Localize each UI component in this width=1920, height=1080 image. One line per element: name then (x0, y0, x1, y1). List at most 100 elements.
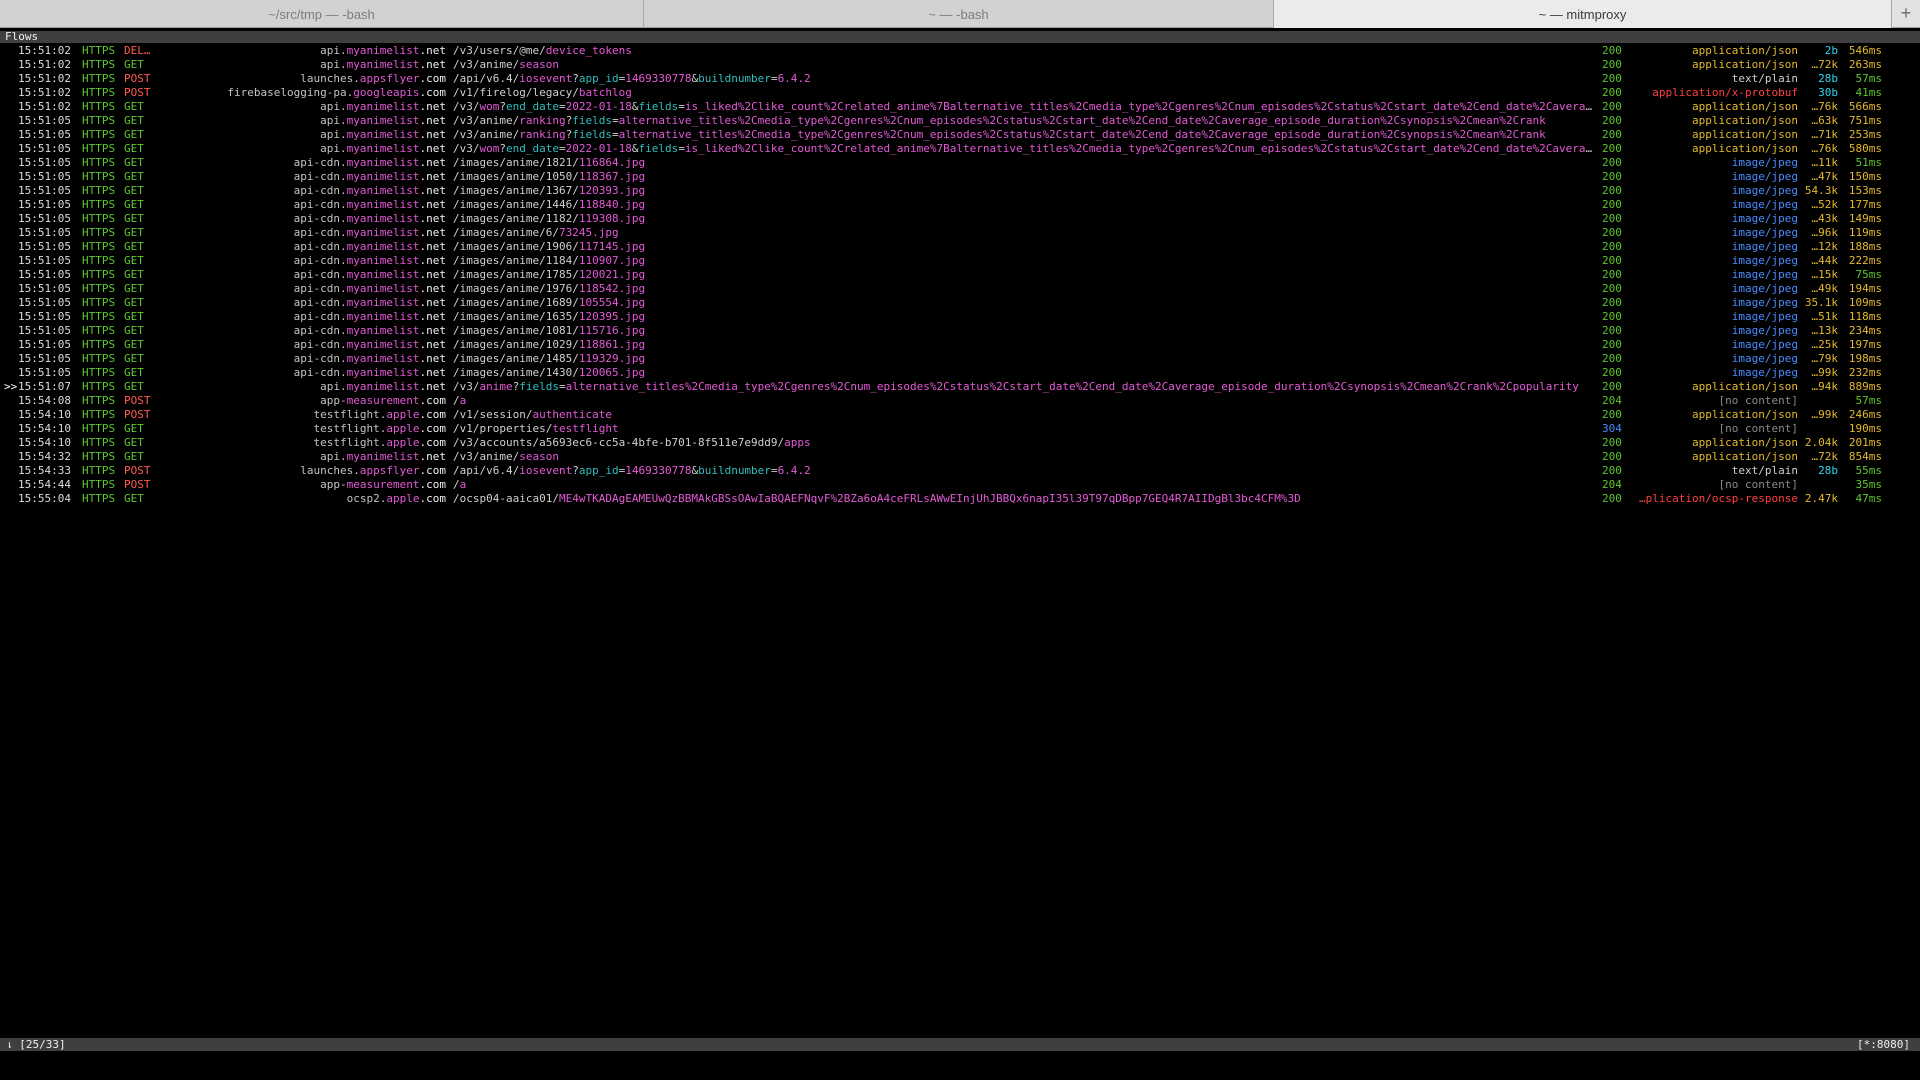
host-part: myanimelist (346, 296, 420, 309)
flow-row[interactable]: 15:51:02 HTTPS POST launches.appsflyer.com /… (0, 72, 1920, 86)
status-code: 200 (1602, 324, 1622, 337)
path-segment: /images/anime/1785/ (453, 268, 579, 281)
path-segment: /images/anime/1182/ (453, 212, 579, 225)
host-part: .net (419, 450, 447, 463)
flow-row[interactable]: 15:51:05 HTTPS GET api-cdn.myanimelist.net /… (0, 254, 1920, 268)
flow-row[interactable]: 15:51:05 HTTPS GET api-cdn.myanimelist.net /… (0, 366, 1920, 380)
content-type: application/json (1692, 114, 1798, 127)
flow-path: /images/anime/1821/116864.jpg (453, 156, 1593, 170)
host-part: api-cdn. (293, 324, 347, 337)
flow-row[interactable]: 15:54:10 HTTPS POST testflight.apple.com/v1… (0, 408, 1920, 422)
flow-row[interactable]: 15:51:02 HTTPS POST firebaselogging-pa.goog… (0, 86, 1920, 100)
flow-row[interactable]: 15:51:05 HTTPS GET api-cdn.myanimelist.net /… (0, 170, 1920, 184)
flow-row[interactable]: 15:51:05 HTTPS GET api-cdn.myanimelist.net /… (0, 352, 1920, 366)
path-segment: 117145.jpg (578, 240, 646, 253)
response-size: …12k (1811, 240, 1839, 253)
duration: 234ms (1848, 324, 1882, 337)
tab-bash-src-tmp[interactable]: ~/src/tmp — -bash (0, 0, 644, 28)
flow-scheme: HTTPS (82, 352, 116, 365)
duration: 201ms (1848, 436, 1882, 449)
flow-method: GET (124, 310, 144, 323)
flow-time: 15:51:05 (18, 212, 71, 225)
host-part: .net (419, 184, 447, 197)
flow-row[interactable]: 15:51:05 HTTPS GET api-cdn.myanimelist.net /… (0, 212, 1920, 226)
path-segment: apps (784, 436, 811, 449)
flow-time: 15:51:05 (18, 324, 71, 337)
response-size: …96k (1811, 226, 1839, 239)
duration: 51ms (1855, 156, 1883, 169)
new-tab-button[interactable]: + (1892, 0, 1920, 27)
host-part: .com (419, 72, 447, 85)
host-part: api-cdn. (293, 310, 347, 323)
flow-row[interactable]: 15:54:32 HTTPS GET api.myanimelist.net/v3/a… (0, 450, 1920, 464)
path-segment: /images/anime/1485/ (453, 352, 579, 365)
status-code: 200 (1602, 72, 1622, 85)
flow-host: testflight.apple.com (314, 422, 446, 436)
flow-row[interactable]: 15:51:05 HTTPS GET api-cdn.myanimelist.net /… (0, 310, 1920, 324)
flow-row[interactable]: 15:51:05 HTTPS GET api-cdn.myanimelist.net /… (0, 296, 1920, 310)
flow-time: 15:51:02 (18, 58, 71, 71)
path-segment: wom (479, 142, 500, 155)
host-part: .com (419, 86, 447, 99)
flow-row[interactable]: 15:51:05 HTTPS GET api-cdn.myanimelist.net /… (0, 240, 1920, 254)
flow-time: 15:51:02 (18, 72, 71, 85)
flow-method: GET (124, 100, 144, 113)
response-size: …25k (1811, 338, 1839, 351)
content-type: image/jpeg (1731, 310, 1798, 323)
path-segment: /api/v6.4/ (453, 464, 520, 477)
flow-row[interactable]: 15:51:05 HTTPS GET api-cdn.myanimelist.net /… (0, 324, 1920, 338)
path-segment: ? (572, 464, 579, 477)
content-type: image/jpeg (1731, 282, 1798, 295)
flow-row[interactable]: 15:51:05 HTTPS GET api-cdn.myanimelist.net /… (0, 156, 1920, 170)
flow-row[interactable]: >> 15:51:07 HTTPS GET api.myanimelist.net/v3… (0, 380, 1920, 394)
flow-list[interactable]: 15:51:02 HTTPS DEL… api.myanimelist.net/v3/… (0, 44, 1920, 506)
host-part: launches. (300, 72, 360, 85)
duration: 149ms (1848, 212, 1882, 225)
flow-row[interactable]: 15:51:05 HTTPS GET api.myanimelist.net/v3/a… (0, 114, 1920, 128)
flow-row[interactable]: 15:51:02 HTTPS GET api.myanimelist.net/v3/a… (0, 58, 1920, 72)
flow-row[interactable]: 15:51:05 HTTPS GET api-cdn.myanimelist.net /… (0, 338, 1920, 352)
path-segment: 1469330778 (625, 72, 692, 85)
flow-time: 15:51:05 (18, 366, 71, 379)
flow-row[interactable]: 15:51:05 HTTPS GET api.myanimelist.net/v3/a… (0, 128, 1920, 142)
flow-row[interactable]: 15:54:33 HTTPS POST launches.appsflyer.com /… (0, 464, 1920, 478)
path-segment: 119308.jpg (578, 212, 646, 225)
tab-mitmproxy[interactable]: ~ — mitmproxy (1274, 0, 1892, 28)
flow-host: launches.appsflyer.com (300, 72, 446, 86)
path-segment: alternative_titles%2Cmedia_type%2Cgenres… (618, 128, 1546, 141)
flow-row[interactable]: 15:54:10 HTTPS GET testflight.apple.com/v1/… (0, 422, 1920, 436)
path-segment: ? (572, 72, 579, 85)
status-code: 204 (1602, 478, 1622, 491)
flow-row[interactable]: 15:51:05 HTTPS GET api.myanimelist.net/v3/w… (0, 142, 1920, 156)
flow-path: /v3/anime/ranking?fields=alternative_tit… (453, 128, 1593, 142)
flow-row[interactable]: 15:51:02 HTTPS DEL… api.myanimelist.net/v3/… (0, 44, 1920, 58)
flow-row[interactable]: 15:54:08 HTTPS POST app-measurement.com/a 20… (0, 394, 1920, 408)
flow-row[interactable]: 15:54:10 HTTPS GET testflight.apple.com/v3/… (0, 436, 1920, 450)
flow-row[interactable]: 15:54:44 HTTPS POST app-measurement.com/a 20… (0, 478, 1920, 492)
flow-row[interactable]: 15:51:05 HTTPS GET api-cdn.myanimelist.net /… (0, 226, 1920, 240)
flow-row[interactable]: 15:51:05 HTTPS GET api-cdn.myanimelist.net /… (0, 184, 1920, 198)
flow-time: 15:51:07 (18, 380, 71, 393)
flow-row[interactable]: 15:51:05 HTTPS GET api-cdn.myanimelist.net /… (0, 198, 1920, 212)
flow-path: /images/anime/1689/105554.jpg (453, 296, 1593, 310)
flow-scheme: HTTPS (82, 254, 116, 267)
tab-bash-home[interactable]: ~ — -bash (644, 0, 1274, 28)
flow-host: api-cdn.myanimelist.net (294, 254, 446, 268)
duration: 222ms (1848, 254, 1882, 267)
flow-row[interactable]: 15:51:05 HTTPS GET api-cdn.myanimelist.net /… (0, 268, 1920, 282)
flow-row[interactable]: 15:51:02 HTTPS GET api.myanimelist.net/v3/w… (0, 100, 1920, 114)
status-code: 200 (1602, 338, 1622, 351)
status-code: 200 (1602, 380, 1622, 393)
flow-row[interactable]: 15:51:05 HTTPS GET api-cdn.myanimelist.net /… (0, 282, 1920, 296)
duration: 197ms (1848, 338, 1882, 351)
flow-row[interactable]: 15:55:04 HTTPS GET ocsp2.apple.com/ocsp04-a… (0, 492, 1920, 506)
host-part: testflight. (313, 436, 387, 449)
flow-path: /v1/session/authenticate (453, 408, 1593, 422)
response-size: …44k (1811, 254, 1839, 267)
content-type: text/plain (1731, 72, 1798, 85)
flow-method: GET (124, 254, 144, 267)
flow-scheme: HTTPS (82, 184, 116, 197)
path-segment: 118840.jpg (578, 198, 646, 211)
flow-path: /v1/properties/testflight (453, 422, 1593, 436)
flow-host: launches.appsflyer.com (300, 464, 446, 478)
